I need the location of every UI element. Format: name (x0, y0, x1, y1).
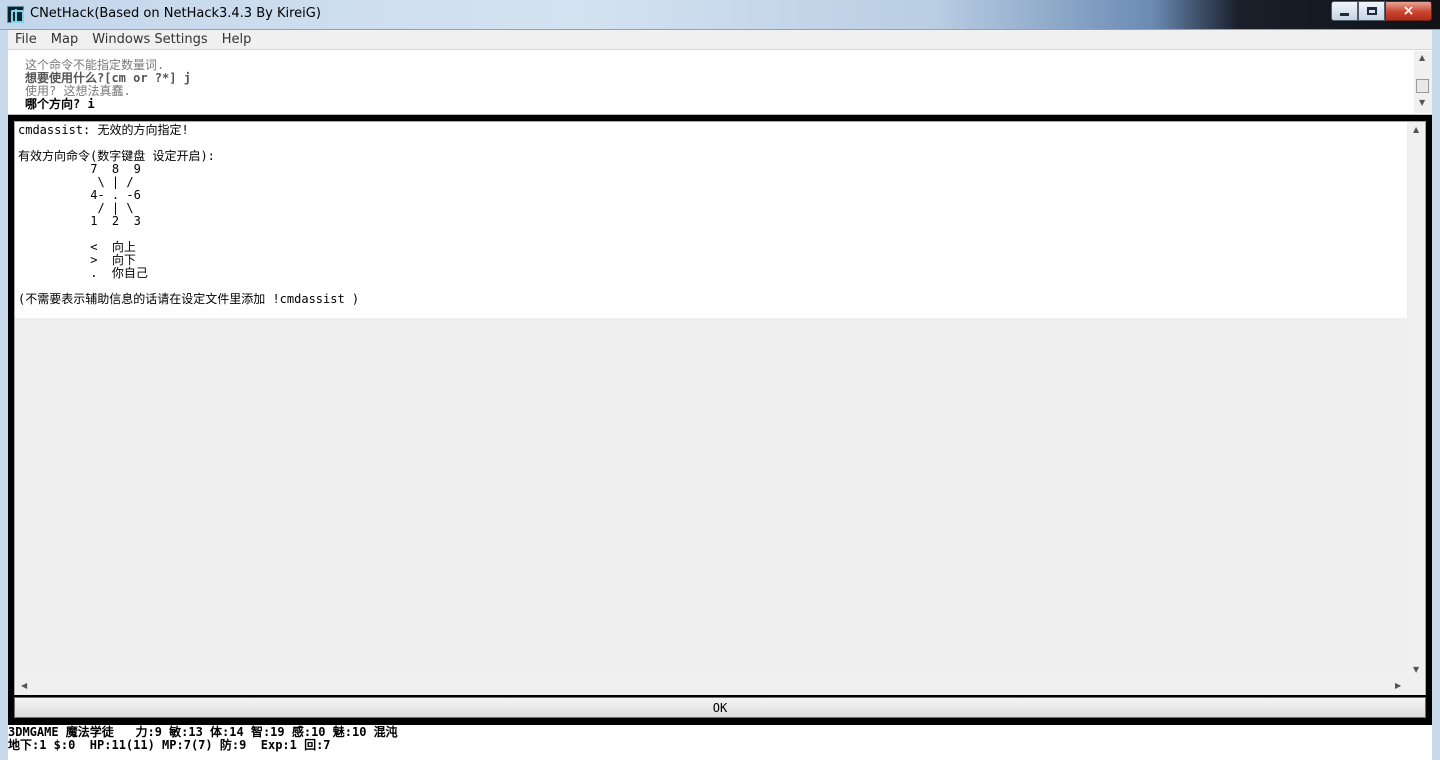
window-title: CNetHack(Based on NetHack3.4.3 By KireiG… (30, 6, 321, 21)
minimize-icon (1340, 12, 1349, 16)
text-line: 1 2 3 (18, 214, 141, 228)
maximize-button[interactable] (1358, 1, 1385, 21)
text-vertical-scrollbar[interactable]: ▲ ▼ (1408, 122, 1425, 678)
menu-map[interactable]: Map (44, 32, 85, 47)
status-line-vitals: 地下:1 $:0 HP:11(11) MP:7(7) 防:9 Exp:1 回:7 (8, 738, 331, 752)
scrollbar-corner (1408, 678, 1425, 695)
title-bar[interactable]: CNetHack(Based on NetHack3.4.3 By KireiG… (0, 0, 1440, 30)
scroll-right-icon[interactable]: ▶ (1395, 681, 1401, 690)
window-frame-left (0, 30, 8, 760)
close-icon: × (1402, 3, 1415, 19)
text-content: cmdassist: 无效的方向指定! 有效方向命令(数字键盘 设定开启): 7… (15, 122, 1407, 318)
scroll-left-icon[interactable]: ◀ (21, 681, 27, 690)
text-window: cmdassist: 无效的方向指定! 有效方向命令(数字键盘 设定开启): 7… (8, 115, 1432, 725)
ok-button[interactable]: OK (14, 697, 1426, 718)
text-pane[interactable]: cmdassist: 无效的方向指定! 有效方向命令(数字键盘 设定开启): 7… (14, 121, 1426, 695)
maximize-icon (1366, 7, 1377, 15)
scrollbar-thumb[interactable] (1416, 79, 1429, 93)
scroll-up-icon[interactable]: ▲ (1413, 125, 1419, 134)
status-window: 3DMGAME 魔法学徒 力:9 敏:13 体:14 智:19 感:10 魅:1… (8, 725, 1432, 760)
minimize-button[interactable] (1331, 1, 1358, 21)
text-line: . 你自己 (18, 266, 148, 280)
menu-bar: File Map Windows Settings Help (8, 30, 1432, 50)
scroll-down-icon[interactable]: ▼ (1419, 98, 1425, 107)
menu-file[interactable]: File (8, 32, 44, 47)
text-line: cmdassist: 无效的方向指定! (18, 123, 189, 137)
app-icon[interactable] (7, 6, 24, 23)
text-horizontal-scrollbar[interactable]: ◀ ▶ (15, 678, 1408, 695)
scroll-down-icon[interactable]: ▼ (1413, 665, 1419, 674)
menu-windows-settings[interactable]: Windows Settings (85, 32, 214, 47)
close-button[interactable]: × (1385, 1, 1432, 21)
menu-help[interactable]: Help (215, 32, 259, 47)
message-window: 这个命令不能指定数量词. 想要使用什么?[cm or ?*] j 使用? 这想法… (8, 51, 1432, 115)
scroll-up-icon[interactable]: ▲ (1419, 53, 1425, 62)
message-line-current: 哪个方向? i (25, 97, 95, 111)
message-scrollbar[interactable]: ▲ ▼ (1414, 51, 1432, 113)
text-line: (不需要表示辅助信息的话请在设定文件里添加 !cmdassist ) (18, 292, 360, 306)
window-frame-right (1432, 30, 1440, 760)
